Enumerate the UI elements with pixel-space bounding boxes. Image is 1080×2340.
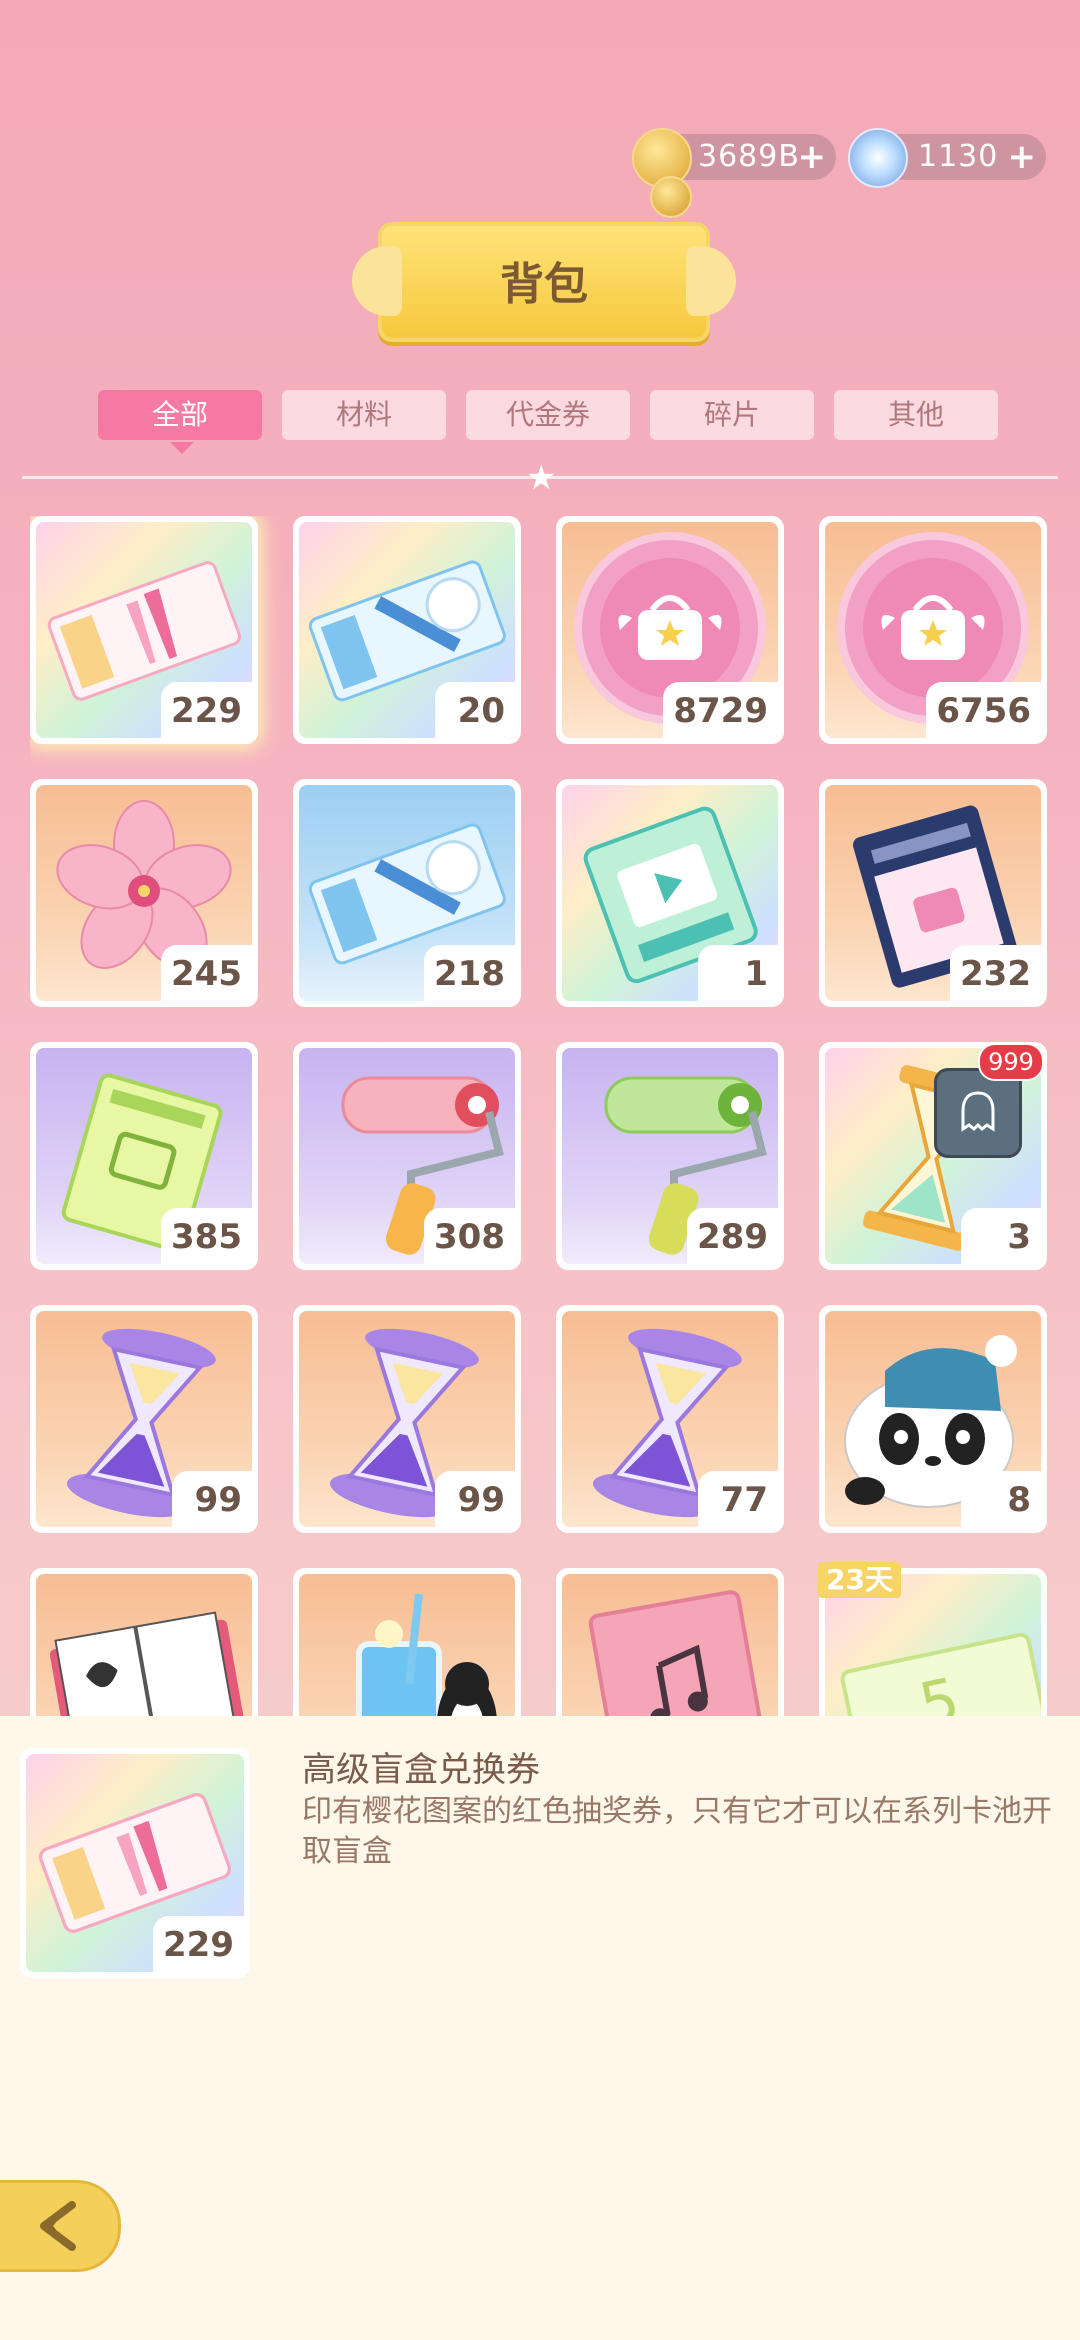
gem-balance: 1130 + xyxy=(848,128,1046,188)
inventory-item-green-ticket[interactable]: 385 xyxy=(30,1042,258,1270)
inventory-item-panda-plush[interactable]: 8 xyxy=(819,1305,1047,1533)
detail-item-name: 高级盲盒兑换券 xyxy=(302,1750,540,1790)
back-arrow-icon xyxy=(40,2201,76,2251)
inventory-item-sakura-flower[interactable]: 245 xyxy=(30,779,258,1007)
item-count: 99 xyxy=(172,1471,252,1527)
inventory-item-green-roller[interactable]: 289 xyxy=(556,1042,784,1270)
add-coins-button[interactable]: + xyxy=(798,134,827,180)
item-count: 229 xyxy=(161,682,252,738)
item-count: 20 xyxy=(435,682,515,738)
inventory-item-blue-ticket[interactable]: 218 xyxy=(293,779,521,1007)
inventory-item-pink-roller[interactable]: 308 xyxy=(293,1042,521,1270)
item-count: 245 xyxy=(161,945,252,1001)
page-title: 背包 xyxy=(500,259,588,310)
item-count: 218 xyxy=(424,945,515,1001)
tab-other[interactable]: 其他 xyxy=(834,390,998,440)
item-detail-panel: 229 高级盲盒兑换券 印有樱花图案的红色抽奖券，只有它才可以在系列卡池开取盲盒 xyxy=(0,1716,1080,2340)
item-count: 99 xyxy=(435,1471,515,1527)
item-count: 289 xyxy=(687,1208,778,1264)
item-background xyxy=(299,1574,515,1716)
coin-balance: 3689B + xyxy=(632,128,836,218)
inventory-item-penguin-drink[interactable] xyxy=(293,1568,521,1716)
inventory-item-video-ticket[interactable]: 1 xyxy=(556,779,784,1007)
tab-vouchers[interactable]: 代金券 xyxy=(466,390,630,440)
inventory-item-book[interactable] xyxy=(30,1568,258,1716)
music-card-icon xyxy=(588,1590,770,1716)
item-count: 8729 xyxy=(663,682,778,738)
coin-icon xyxy=(650,176,692,218)
ghost-icon xyxy=(961,1091,995,1132)
item-count: 308 xyxy=(424,1208,515,1264)
penguin-drink-icon xyxy=(356,1593,497,1716)
expiry-days-tag: 23天 xyxy=(818,1562,901,1598)
item-background xyxy=(562,1574,778,1716)
back-button[interactable] xyxy=(0,2180,121,2272)
inventory-grid: 229 20 8729 6756 245 218 1 232 385 308 289 3 99 99 77 8… xyxy=(30,516,1050,1716)
active-tab-pointer xyxy=(170,442,194,454)
inventory-item-rainbow-ticket[interactable]: 20 xyxy=(293,516,521,744)
detail-count: 229 xyxy=(153,1916,244,1972)
item-count: 385 xyxy=(161,1208,252,1264)
item-count: 232 xyxy=(950,945,1041,1001)
item-count: 77 xyxy=(698,1471,778,1527)
item-count: 3 xyxy=(961,1208,1041,1264)
inventory-item-dark-ticket[interactable]: 232 xyxy=(819,779,1047,1007)
book-icon xyxy=(49,1611,247,1716)
detail-thumbnail: 229 xyxy=(20,1748,250,1978)
crystal-icon xyxy=(848,128,908,188)
inventory-item-pink-coin-2[interactable]: 6756 xyxy=(819,516,1047,744)
detail-item-description: 印有樱花图案的红色抽奖券，只有它才可以在系列卡池开取盲盒 xyxy=(302,1794,1052,1869)
star-icon: ★ xyxy=(526,458,557,498)
inventory-item-music-card[interactable] xyxy=(556,1568,784,1716)
item-count: 6756 xyxy=(926,682,1041,738)
inventory-item-purple-hourglass-2[interactable]: 99 xyxy=(293,1305,521,1533)
assistant-float-button[interactable] xyxy=(934,1068,1022,1158)
item-background xyxy=(36,1574,252,1716)
tab-all[interactable]: 全部 xyxy=(98,390,262,440)
item-count: 8 xyxy=(961,1471,1041,1527)
inventory-item-purple-hourglass-3[interactable]: 77 xyxy=(556,1305,784,1533)
category-tabs: 全部 材料 代金券 碎片 其他 xyxy=(98,390,998,454)
coin-value: 3689B xyxy=(698,139,800,174)
gem-value: 1130 xyxy=(918,139,999,174)
inventory-item-high-blind-box-ticket[interactable]: 229 xyxy=(30,516,258,744)
add-gems-button[interactable]: + xyxy=(1008,134,1037,180)
inventory-item-purple-hourglass-1[interactable]: 99 xyxy=(30,1305,258,1533)
page-title-badge: 背包 xyxy=(352,222,736,342)
tab-materials[interactable]: 材料 xyxy=(282,390,446,440)
tab-fragments[interactable]: 碎片 xyxy=(650,390,814,440)
item-count: 1 xyxy=(698,945,778,1001)
notification-badge: 999 xyxy=(978,1043,1044,1081)
inventory-item-pink-coin[interactable]: 8729 xyxy=(556,516,784,744)
